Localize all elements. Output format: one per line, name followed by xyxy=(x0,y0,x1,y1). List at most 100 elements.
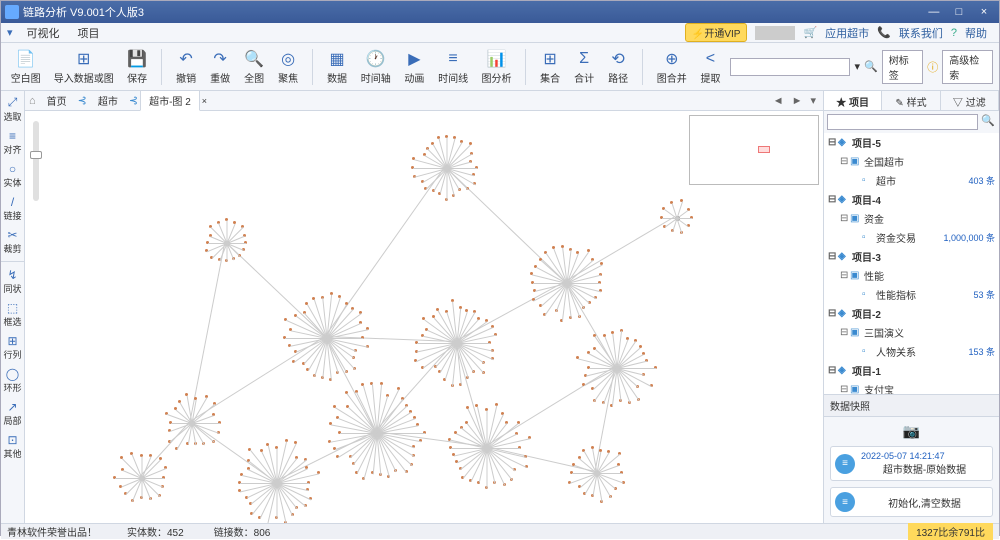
snapshot-item[interactable]: ≡ 2022-05-07 14:21:47 超市数据-原始数据 xyxy=(830,446,993,481)
node-icon: ▫ xyxy=(862,175,874,186)
tree-node[interactable]: ⊟◈项目-1 xyxy=(824,361,999,380)
rtab-filter[interactable]: ▽ 过滤 xyxy=(941,91,999,110)
info-icon[interactable]: ⓘ xyxy=(927,59,938,75)
menu-visualize[interactable]: 可视化 xyxy=(19,23,68,43)
left-其他[interactable]: ⊡其他 xyxy=(3,431,21,462)
toolbar-全图[interactable]: 🔍全图 xyxy=(240,47,268,87)
tab-item-0[interactable]: 超市 xyxy=(89,90,127,111)
tree-node[interactable]: ⊟◈项目-5 xyxy=(824,133,999,152)
tree-node[interactable]: ▫性能指标53 条 xyxy=(824,285,999,304)
user-box[interactable] xyxy=(755,26,795,40)
toolbar-icon: ⊞ xyxy=(540,49,560,69)
zoom-slider[interactable] xyxy=(33,121,39,201)
left-链接[interactable]: /链接 xyxy=(3,193,21,224)
toolbar-集合[interactable]: ⊞集合 xyxy=(536,47,564,87)
left-裁剪[interactable]: ✂裁剪 xyxy=(3,226,21,257)
expand-icon[interactable]: ⊟ xyxy=(828,137,838,148)
tree-node[interactable]: ▫人物关系153 条 xyxy=(824,342,999,361)
toolbar-动画[interactable]: ▶动画 xyxy=(400,47,428,87)
tab-prev-icon[interactable]: ◄ xyxy=(770,95,787,107)
home-icon[interactable]: ⌂ xyxy=(29,95,36,107)
left-同状[interactable]: ↯同状 xyxy=(3,266,21,297)
toolbar-icon: ▶ xyxy=(404,49,424,69)
camera-icon[interactable]: 📷 xyxy=(903,423,920,440)
tab-close-icon[interactable]: × xyxy=(202,96,207,106)
expand-icon[interactable]: ⊟ xyxy=(840,384,850,394)
left-框选[interactable]: ⬚框选 xyxy=(3,299,21,330)
tree-node[interactable]: ⊟◈项目-3 xyxy=(824,247,999,266)
expand-icon[interactable]: ⊟ xyxy=(828,308,838,319)
tree-node[interactable]: ⊟▣性能 xyxy=(824,266,999,285)
app-market-link[interactable]: 应用超市 xyxy=(819,25,875,41)
snapshot-db-icon: ≡ xyxy=(835,492,855,512)
minimap[interactable] xyxy=(689,115,819,185)
search-dropdown-icon[interactable]: ▾ xyxy=(854,60,860,73)
tab-home[interactable]: 首页 xyxy=(38,90,76,111)
advanced-search-button[interactable]: 高级检索 xyxy=(942,50,993,84)
expand-icon[interactable]: ⊟ xyxy=(828,251,838,262)
left-label: 链接 xyxy=(3,209,21,222)
toolbar-时间线[interactable]: ≡时间线 xyxy=(434,47,471,87)
dropdown-icon[interactable]: ▾ xyxy=(7,26,13,39)
left-局部[interactable]: ↗局部 xyxy=(3,398,21,429)
snapshot-item[interactable]: ≡ 初始化,清空数据 xyxy=(830,487,993,517)
left-实体[interactable]: ○实体 xyxy=(3,160,21,191)
expand-icon[interactable]: ⊟ xyxy=(840,270,850,281)
toolbar-保存[interactable]: 💾保存 xyxy=(123,47,151,87)
tree-node[interactable]: ⊟◈项目-4 xyxy=(824,190,999,209)
rtab-project[interactable]: ★ 项目 xyxy=(824,91,882,110)
toolbar-空白图[interactable]: 📄空白图 xyxy=(7,47,44,87)
toolbar-时间轴[interactable]: 🕐时间轴 xyxy=(357,47,394,87)
toolbar-label: 动画 xyxy=(404,70,424,85)
vip-button[interactable]: ⚡开通VIP xyxy=(685,23,748,42)
tree-node[interactable]: ⊟▣资金 xyxy=(824,209,999,228)
left-选取[interactable]: ⤢选取 xyxy=(3,93,21,125)
tree-node[interactable]: ⊟▣支付宝 xyxy=(824,380,999,394)
expand-icon[interactable]: ⊟ xyxy=(840,213,850,224)
rtab-style[interactable]: ✎ 样式 xyxy=(882,91,940,110)
tree-node[interactable]: ⊟◈项目-2 xyxy=(824,304,999,323)
tab-menu-icon[interactable]: ▾ xyxy=(807,94,819,107)
search-icon[interactable]: 🔍 xyxy=(864,60,878,73)
toolbar-图分析[interactable]: 📊图分析 xyxy=(478,47,515,87)
close-button[interactable]: × xyxy=(973,6,995,18)
expand-icon[interactable]: ⊟ xyxy=(828,365,838,376)
maximize-button[interactable]: □ xyxy=(948,6,970,18)
toolbar-合计[interactable]: Σ合计 xyxy=(570,47,598,87)
toolbar-聚焦[interactable]: ◎聚焦 xyxy=(274,47,302,87)
menu-project[interactable]: 项目 xyxy=(70,23,108,43)
minimap-viewport[interactable] xyxy=(758,146,770,153)
left-对齐[interactable]: ≡对齐 xyxy=(3,127,21,158)
tree-node[interactable]: ⊟▣三国演义 xyxy=(824,323,999,342)
tree-tag-button[interactable]: 树标签 xyxy=(882,50,924,84)
toolbar-重做[interactable]: ↷重做 xyxy=(206,47,234,87)
left-环形[interactable]: ◯环形 xyxy=(3,365,21,396)
expand-icon[interactable]: ⊟ xyxy=(840,327,850,338)
tree-search-icon[interactable]: 🔍 xyxy=(980,114,996,130)
contact-link[interactable]: 联系我们 xyxy=(893,25,949,41)
toolbar-导入数据或图[interactable]: ⊞导入数据或图 xyxy=(50,47,117,87)
toolbar-路径[interactable]: ⟲路径 xyxy=(604,47,632,87)
tab-next-icon[interactable]: ► xyxy=(789,95,806,107)
expand-icon[interactable]: ⊟ xyxy=(828,194,838,205)
graph-icon: ⊰ xyxy=(78,94,87,107)
tab-item-1[interactable]: 超市-图 2 xyxy=(140,90,200,111)
toolbar-图合并[interactable]: ⊕图合并 xyxy=(653,47,690,87)
left-icon: ⊡ xyxy=(7,433,17,447)
expand-icon[interactable]: ⊟ xyxy=(840,156,850,167)
search-input[interactable] xyxy=(730,58,850,76)
toolbar-提取[interactable]: <提取 xyxy=(696,47,724,87)
node-label: 项目-3 xyxy=(852,249,995,264)
tree-node[interactable]: ▫资金交易1,000,000 条 xyxy=(824,228,999,247)
help-link[interactable]: 帮助 xyxy=(959,25,993,41)
node-icon: ▫ xyxy=(862,346,874,357)
toolbar-撤销[interactable]: ↶撤销 xyxy=(172,47,200,87)
slider-thumb[interactable] xyxy=(30,151,42,159)
tree-node[interactable]: ⊟▣全国超市 xyxy=(824,152,999,171)
tree-node[interactable]: ▫超市403 条 xyxy=(824,171,999,190)
graph-canvas[interactable] xyxy=(25,111,823,523)
tree-search-input[interactable] xyxy=(827,114,978,130)
minimize-button[interactable]: — xyxy=(923,6,945,18)
toolbar-数据[interactable]: ▦数据 xyxy=(323,47,351,87)
left-行列[interactable]: ⊞行列 xyxy=(3,332,21,363)
